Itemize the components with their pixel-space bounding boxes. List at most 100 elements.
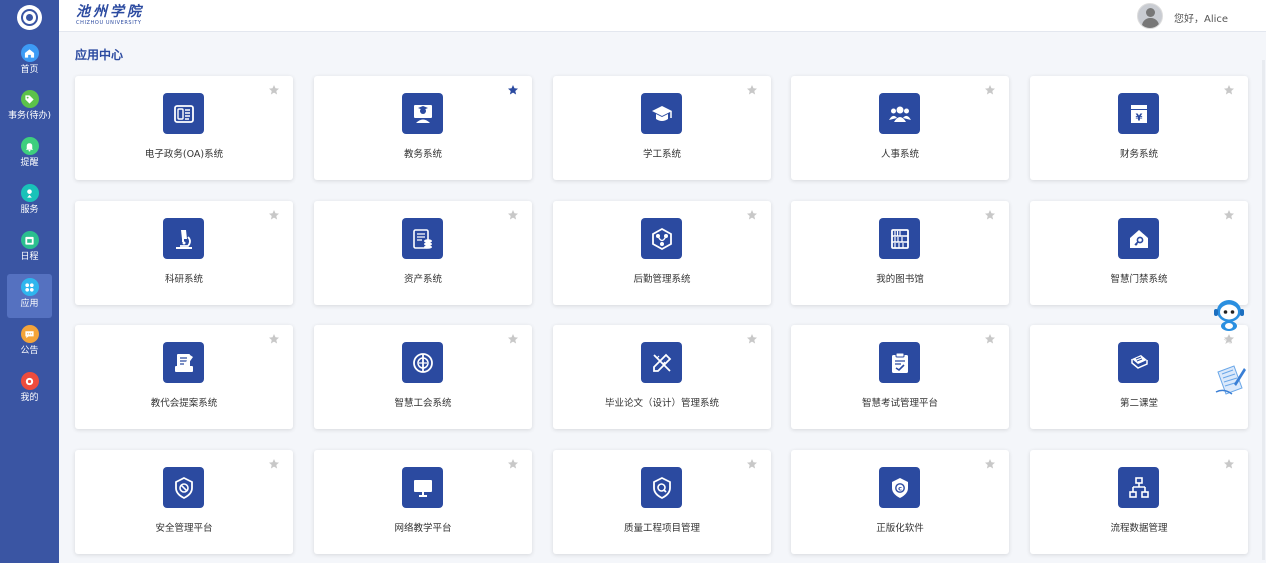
clipboard-check-icon [879, 342, 920, 383]
app-card[interactable]: 智慧考试管理平台 [791, 325, 1009, 429]
sidebar-item-5[interactable]: 应用 [7, 274, 52, 318]
app-card[interactable]: ¥ 财务系统 [1030, 76, 1248, 180]
graduation-cap-icon [641, 93, 682, 134]
brand-name-en: CHIZHOU UNIVERSITY [76, 20, 142, 26]
app-card-label: 正版化软件 [876, 523, 924, 534]
favorite-star-icon[interactable] [507, 209, 519, 221]
app-card[interactable]: 毕业论文（设计）管理系统 [553, 325, 771, 429]
favorite-star-icon[interactable] [984, 333, 996, 345]
tag-icon [20, 90, 39, 108]
sidebar-item-label: 我的 [20, 393, 39, 403]
user-greeting[interactable]: 您好，Alice [1174, 10, 1228, 25]
app-card-label: 教代会提案系统 [150, 398, 218, 409]
svg-text:c: c [898, 484, 902, 492]
sidebar-item-7[interactable]: 我的 [7, 368, 52, 412]
scrollbar[interactable] [1262, 60, 1265, 560]
robot-star-icon[interactable]: ☆ [1223, 334, 1233, 347]
sidebar-item-label: 事务(待办) [7, 111, 52, 121]
user-badge-icon [20, 184, 39, 202]
sidebar-item-2[interactable]: 提醒 [7, 133, 52, 177]
favorite-star-icon[interactable] [507, 458, 519, 470]
app-card[interactable]: 资产系统 [314, 201, 532, 305]
avatar[interactable] [1137, 3, 1163, 29]
app-card[interactable]: 智慧工会系统 [314, 325, 532, 429]
sidebar-item-label: 首页 [20, 65, 39, 75]
app-card[interactable]: 安全管理平台 [75, 450, 293, 554]
university-logo[interactable] [17, 5, 42, 30]
favorite-star-icon[interactable] [746, 333, 758, 345]
app-card[interactable]: 我的图书馆 [791, 201, 1009, 305]
app-card-label: 流程数据管理 [1110, 523, 1168, 534]
app-card[interactable]: c 正版化软件 [791, 450, 1009, 554]
sidebar-item-6[interactable]: 公告 [7, 321, 52, 365]
app-card[interactable]: 网络教学平台 [314, 450, 532, 554]
app-card[interactable]: 人事系统 [791, 76, 1009, 180]
favorite-star-icon[interactable] [1223, 458, 1235, 470]
app-card[interactable]: 教务系统 [314, 76, 532, 180]
page-title: 应用中心 [75, 48, 124, 62]
app-card[interactable]: 科研系统 [75, 201, 293, 305]
home-icon [20, 44, 39, 62]
sidebar-item-label: 公告 [20, 346, 39, 356]
proposal-icon [163, 342, 204, 383]
app-card-label: 毕业论文（设计）管理系统 [604, 398, 719, 409]
app-card-label: 安全管理平台 [155, 523, 213, 534]
microscope-icon [163, 218, 204, 259]
app-card-label: 电子政务(OA)系统 [144, 149, 224, 160]
union-icon [402, 342, 443, 383]
favorite-star-icon[interactable] [746, 458, 758, 470]
app-card[interactable]: 学工系统 [553, 76, 771, 180]
favorite-star-icon[interactable] [268, 209, 280, 221]
robot-assistant-icon[interactable] [1211, 298, 1247, 332]
app-card-label: 财务系统 [1119, 149, 1158, 160]
sidebar: 首页事务(待办) 提醒 服务 日程应用公告我的 [0, 0, 59, 563]
favorite-star-icon[interactable] [1223, 209, 1235, 221]
app-card[interactable]: 质量工程项目管理 [553, 450, 771, 554]
app-card-label: 人事系统 [880, 149, 919, 160]
favorite-star-icon[interactable] [268, 84, 280, 96]
favorite-star-icon[interactable] [268, 458, 280, 470]
monitor-icon [402, 467, 443, 508]
shield-block-icon [163, 467, 204, 508]
app-card[interactable]: 智慧门禁系统 [1030, 201, 1248, 305]
svg-text:¥: ¥ [1135, 112, 1142, 123]
sidebar-item-4[interactable]: 日程 [7, 227, 52, 271]
apps-icon [20, 278, 39, 296]
favorite-star-icon[interactable] [746, 209, 758, 221]
top-bar: 池州学院 CHIZHOU UNIVERSITY 您好，Alice [59, 0, 1266, 32]
favorite-star-icon[interactable] [507, 333, 519, 345]
app-card-label: 学工系统 [642, 149, 681, 160]
coins-icon [402, 218, 443, 259]
app-card[interactable]: 电子政务(OA)系统 [75, 76, 293, 180]
app-card-label: 质量工程项目管理 [623, 523, 700, 534]
sidebar-item-label: 应用 [20, 299, 39, 309]
app-card[interactable]: 流程数据管理 [1030, 450, 1248, 554]
sidebar-item-1[interactable]: 事务(待办) [7, 86, 52, 130]
bookshelf-icon [879, 218, 920, 259]
favorite-star-icon[interactable] [984, 458, 996, 470]
favorite-star-icon[interactable] [507, 84, 519, 96]
app-card[interactable]: 教代会提案系统 [75, 325, 293, 429]
yen-icon: ¥ [1118, 93, 1159, 134]
flowchart-icon [1118, 467, 1159, 508]
app-card-label: 网络教学平台 [394, 523, 452, 534]
app-card-label: 科研系统 [164, 274, 203, 285]
favorite-star-icon[interactable] [268, 333, 280, 345]
pencil-ruler-icon [641, 342, 682, 383]
favorite-star-icon[interactable] [984, 209, 996, 221]
document-pen-icon[interactable] [1212, 362, 1248, 398]
app-card-label: 教务系统 [403, 149, 442, 160]
favorite-star-icon[interactable] [1223, 84, 1235, 96]
people-icon [879, 93, 920, 134]
favorite-star-icon[interactable] [984, 84, 996, 96]
sidebar-item-3[interactable]: 服务 [7, 180, 52, 224]
app-card-label: 我的图书馆 [876, 274, 924, 285]
app-card-label: 智慧考试管理平台 [861, 398, 938, 409]
shield-copyright-icon: c [879, 467, 920, 508]
app-card[interactable]: 后勤管理系统 [553, 201, 771, 305]
app-card-label: 后勤管理系统 [633, 274, 691, 285]
sidebar-item-0[interactable]: 首页 [7, 40, 52, 84]
favorite-star-icon[interactable] [746, 84, 758, 96]
house-key-icon [1118, 218, 1159, 259]
brand-logo[interactable]: 池州学院 CHIZHOU UNIVERSITY [76, 5, 144, 27]
